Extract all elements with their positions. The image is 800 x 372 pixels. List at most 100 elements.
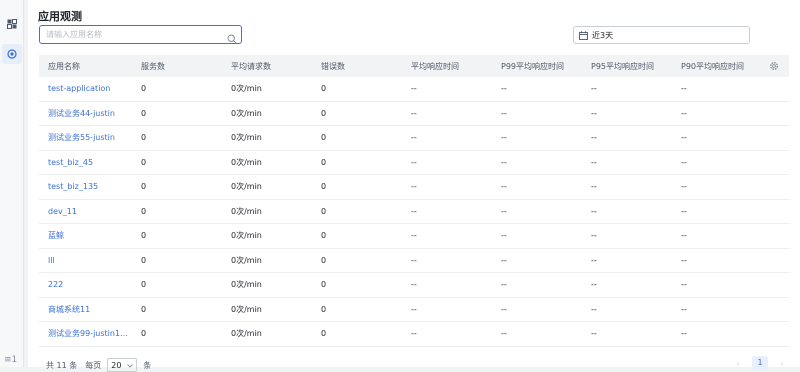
sidebar-item-observe[interactable]: [2, 44, 22, 64]
errors-cell: 0: [321, 280, 327, 290]
main-content: 应用观测 近3天 应用名称 服务数 平均请求数 错误数 平均响应时间 P99平均…: [28, 0, 800, 372]
page-nav: ‹ 1 ›: [732, 356, 788, 370]
p99-cell: --: [501, 304, 507, 314]
next-page-button[interactable]: ›: [776, 359, 788, 368]
p99-cell: --: [501, 84, 507, 94]
search-input[interactable]: [46, 28, 221, 41]
p95-cell: --: [591, 329, 597, 339]
app-name-link[interactable]: dev_11: [48, 207, 138, 216]
avg-response-cell: --: [411, 304, 417, 314]
search-box[interactable]: [39, 25, 242, 44]
app-name-link[interactable]: 测试业务55-justin: [48, 132, 138, 143]
errors-cell: 0: [321, 329, 327, 339]
p90-cell: --: [681, 231, 687, 241]
table-row: 测试业务44-justin 0 0次/min 0 -- -- -- --: [39, 102, 789, 126]
column-header: 平均请求数: [231, 61, 271, 71]
app-name-link[interactable]: test-application: [48, 84, 138, 93]
gear-icon[interactable]: [769, 61, 779, 73]
p99-cell: --: [501, 182, 507, 192]
p99-cell: --: [501, 133, 507, 143]
p99-cell: --: [501, 231, 507, 241]
page-number-current[interactable]: 1: [752, 356, 768, 370]
prev-page-button[interactable]: ‹: [732, 359, 744, 368]
app-name-link[interactable]: 蓝鲸: [48, 230, 138, 241]
sidebar: ≡1: [0, 0, 24, 367]
table-header: 应用名称 服务数 平均请求数 错误数 平均响应时间 P99平均响应时间 P95平…: [39, 55, 789, 77]
apps-icon: [7, 19, 17, 29]
avg-response-cell: --: [411, 182, 417, 192]
avg-response-cell: --: [411, 280, 417, 290]
avg-requests-cell: 0次/min: [231, 280, 262, 290]
app-name-link[interactable]: 商城系统11: [48, 304, 138, 315]
column-header: P95平均响应时间: [591, 61, 655, 71]
pagination-info: 共 11 条 每页 20 条: [46, 358, 151, 372]
avg-requests-cell: 0次/min: [231, 182, 262, 192]
p90-cell: --: [681, 108, 687, 118]
services-cell: 0: [141, 133, 147, 143]
services-cell: 0: [141, 280, 147, 290]
avg-requests-cell: 0次/min: [231, 133, 262, 143]
errors-cell: 0: [321, 231, 327, 241]
p99-cell: --: [501, 108, 507, 118]
avg-requests-cell: 0次/min: [231, 329, 262, 339]
services-cell: 0: [141, 329, 147, 339]
avg-requests-cell: 0次/min: [231, 231, 262, 241]
app-name-link[interactable]: 测试业务44-justin: [48, 108, 138, 119]
errors-cell: 0: [321, 84, 327, 94]
page-size-select[interactable]: 20: [107, 358, 138, 372]
p90-cell: --: [681, 133, 687, 143]
p90-cell: --: [681, 304, 687, 314]
p99-cell: --: [501, 280, 507, 290]
p95-cell: --: [591, 182, 597, 192]
search-icon[interactable]: [227, 29, 237, 48]
p95-cell: --: [591, 304, 597, 314]
app-name-link[interactable]: test_biz_45: [48, 158, 138, 167]
avg-response-cell: --: [411, 84, 417, 94]
p95-cell: --: [591, 255, 597, 265]
date-range-picker[interactable]: 近3天: [573, 26, 750, 44]
observe-icon: [7, 49, 17, 59]
avg-requests-cell: 0次/min: [231, 304, 262, 314]
page-title: 应用观测: [38, 10, 82, 23]
services-cell: 0: [141, 255, 147, 265]
column-header: P90平均响应时间: [681, 61, 745, 71]
app-name-link[interactable]: 222: [48, 280, 138, 289]
avg-requests-cell: 0次/min: [231, 157, 262, 167]
column-header: 错误数: [321, 61, 345, 71]
avg-response-cell: --: [411, 133, 417, 143]
app-name-link[interactable]: test_biz_135: [48, 182, 138, 191]
services-cell: 0: [141, 84, 147, 94]
table-row: lll 0 0次/min 0 -- -- -- --: [39, 249, 789, 273]
table-row: test-application 0 0次/min 0 -- -- -- --: [39, 77, 789, 102]
errors-cell: 0: [321, 206, 327, 216]
calendar-icon: [579, 30, 588, 40]
p90-cell: --: [681, 84, 687, 94]
app-name-link[interactable]: 测试业务99-justin1...: [48, 328, 138, 339]
errors-cell: 0: [321, 182, 327, 192]
app-table: 应用名称 服务数 平均请求数 错误数 平均响应时间 P99平均响应时间 P95平…: [39, 55, 789, 347]
p90-cell: --: [681, 280, 687, 290]
avg-requests-cell: 0次/min: [231, 255, 262, 265]
unit-label: 条: [143, 360, 152, 370]
services-cell: 0: [141, 182, 147, 192]
p90-cell: --: [681, 329, 687, 339]
column-header: 服务数: [141, 61, 165, 71]
table-row: test_biz_135 0 0次/min 0 -- -- -- --: [39, 175, 789, 200]
sidebar-footer-toggle[interactable]: ≡1: [4, 355, 17, 365]
errors-cell: 0: [321, 157, 327, 167]
services-cell: 0: [141, 157, 147, 167]
avg-requests-cell: 0次/min: [231, 84, 262, 94]
errors-cell: 0: [321, 304, 327, 314]
p90-cell: --: [681, 255, 687, 265]
p99-cell: --: [501, 255, 507, 265]
table-body: test-application 0 0次/min 0 -- -- -- -- 测试业务44-j…: [39, 77, 789, 347]
sidebar-item-apps[interactable]: [2, 14, 22, 34]
app-name-link[interactable]: lll: [48, 256, 138, 265]
date-range-label: 近3天: [592, 30, 614, 40]
services-cell: 0: [141, 304, 147, 314]
p95-cell: --: [591, 108, 597, 118]
chevron-down-icon: [127, 361, 134, 370]
services-cell: 0: [141, 108, 147, 118]
table-row: 222 0 0次/min 0 -- -- -- --: [39, 273, 789, 298]
p95-cell: --: [591, 280, 597, 290]
